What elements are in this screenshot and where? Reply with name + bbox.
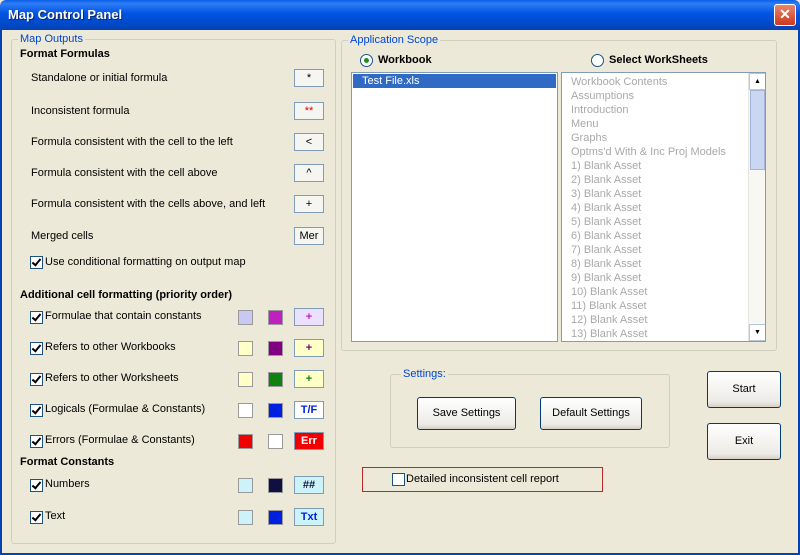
worksheet-list-item[interactable]: 9) Blank Asset xyxy=(562,271,765,285)
fill-color-swatch[interactable] xyxy=(238,372,253,387)
format-row-label: Numbers xyxy=(45,478,90,490)
worksheet-list-item[interactable]: 12) Blank Asset xyxy=(562,313,765,327)
application-scope-legend: Application Scope xyxy=(350,34,439,46)
workbook-list-item[interactable]: Test File.xls xyxy=(353,74,556,88)
conditional-formatting-label: Use conditional formatting on output map xyxy=(45,256,246,268)
format-formulas-header: Format Formulas xyxy=(20,48,110,60)
window-title: Map Control Panel xyxy=(8,7,123,22)
format-checkbox[interactable] xyxy=(30,435,43,448)
format-row-label: Formulae that contain constants xyxy=(45,310,202,322)
format-checkbox[interactable] xyxy=(30,511,43,524)
worksheet-list-item[interactable]: 13) Blank Asset xyxy=(562,327,765,341)
formula-row-label: Standalone or initial formula xyxy=(31,72,168,84)
worksheet-list-item[interactable]: 3) Blank Asset xyxy=(562,187,765,201)
worksheet-list-item[interactable]: 6) Blank Asset xyxy=(562,229,765,243)
formula-row-label: Formula consistent with the cell to the … xyxy=(31,136,233,148)
format-constants-header: Format Constants xyxy=(20,456,115,468)
font-color-swatch[interactable] xyxy=(268,510,283,525)
format-preview-button[interactable]: + xyxy=(294,308,324,326)
worksheet-list-item[interactable]: Optms'd With & Inc Proj Models xyxy=(562,145,765,159)
scroll-up-button[interactable]: ▲ xyxy=(749,73,765,90)
format-row-label: Logicals (Formulae & Constants) xyxy=(45,403,206,415)
worksheet-list[interactable]: Workbook Contents Assumptions Introduction… xyxy=(561,72,766,342)
formula-format-button[interactable]: ** xyxy=(294,102,324,120)
workbook-radio[interactable] xyxy=(360,54,373,67)
workbook-list[interactable]: Test File.xls xyxy=(351,72,558,342)
format-row-label: Refers to other Worksheets xyxy=(45,372,179,384)
format-checkbox[interactable] xyxy=(30,479,43,492)
title-bar[interactable]: Map Control Panel ✕ xyxy=(0,0,800,30)
font-color-swatch[interactable] xyxy=(268,341,283,356)
format-checkbox[interactable] xyxy=(30,373,43,386)
fill-color-swatch[interactable] xyxy=(238,341,253,356)
scroll-down-button[interactable]: ▼ xyxy=(749,324,765,341)
worksheet-list-item[interactable]: Introduction xyxy=(562,103,765,117)
workbook-radio-label: Workbook xyxy=(378,54,432,66)
select-worksheets-radio[interactable] xyxy=(591,54,604,67)
format-preview-button[interactable]: + xyxy=(294,339,324,357)
font-color-swatch[interactable] xyxy=(268,403,283,418)
formula-row-label: Formula consistent with the cell above xyxy=(31,167,218,179)
save-settings-button[interactable]: Save Settings xyxy=(417,397,516,430)
settings-legend: Settings: xyxy=(403,368,446,380)
fill-color-swatch[interactable] xyxy=(238,510,253,525)
format-preview-button[interactable]: ## xyxy=(294,476,324,494)
font-color-swatch[interactable] xyxy=(268,372,283,387)
format-checkbox[interactable] xyxy=(30,404,43,417)
worksheet-list-item[interactable]: 11) Blank Asset xyxy=(562,299,765,313)
formula-format-button[interactable]: + xyxy=(294,195,324,213)
font-color-swatch[interactable] xyxy=(268,478,283,493)
detailed-report-label: Detailed inconsistent cell report xyxy=(406,473,559,485)
font-color-swatch[interactable] xyxy=(268,434,283,449)
fill-color-swatch[interactable] xyxy=(238,478,253,493)
format-preview-button[interactable]: Err xyxy=(294,432,324,450)
worksheet-list-item[interactable]: Assumptions xyxy=(562,89,765,103)
formula-format-button[interactable]: Mer xyxy=(294,227,324,245)
map-outputs-legend: Map Outputs xyxy=(20,33,83,45)
worksheet-list-item[interactable]: 2) Blank Asset xyxy=(562,173,765,187)
start-button[interactable]: Start xyxy=(707,371,781,408)
default-settings-button[interactable]: Default Settings xyxy=(540,397,642,430)
format-checkbox[interactable] xyxy=(30,311,43,324)
format-row-label: Refers to other Workbooks xyxy=(45,341,176,353)
worksheet-list-item[interactable]: Workbook Contents xyxy=(562,75,765,89)
format-preview-button[interactable]: T/F xyxy=(294,401,324,419)
close-icon: ✕ xyxy=(779,6,791,22)
worksheet-list-item[interactable]: 7) Blank Asset xyxy=(562,243,765,257)
formula-format-button[interactable]: < xyxy=(294,133,324,151)
formula-format-button[interactable]: ^ xyxy=(294,164,324,182)
format-checkbox[interactable] xyxy=(30,342,43,355)
exit-button[interactable]: Exit xyxy=(707,423,781,460)
worksheet-scrollbar[interactable]: ▲ ▼ xyxy=(748,73,765,341)
worksheet-list-item[interactable]: 10) Blank Asset xyxy=(562,285,765,299)
scroll-thumb[interactable] xyxy=(750,90,765,170)
fill-color-swatch[interactable] xyxy=(238,310,253,325)
arrow-up-icon: ▲ xyxy=(754,78,761,85)
fill-color-swatch[interactable] xyxy=(238,434,253,449)
font-color-swatch[interactable] xyxy=(268,310,283,325)
worksheet-list-item[interactable]: Graphs xyxy=(562,131,765,145)
format-row-label: Errors (Formulae & Constants) xyxy=(45,434,195,446)
formula-format-button[interactable]: * xyxy=(294,69,324,87)
detailed-report-checkbox[interactable] xyxy=(392,473,405,486)
fill-color-swatch[interactable] xyxy=(238,403,253,418)
worksheet-list-item[interactable]: 1) Blank Asset xyxy=(562,159,765,173)
worksheet-list-item[interactable]: 4) Blank Asset xyxy=(562,201,765,215)
format-preview-button[interactable]: Txt xyxy=(294,508,324,526)
arrow-down-icon: ▼ xyxy=(754,329,761,336)
formula-row-label: Formula consistent with the cells above,… xyxy=(31,198,266,210)
formula-row-label: Inconsistent formula xyxy=(31,105,130,117)
select-worksheets-label: Select WorkSheets xyxy=(609,54,708,66)
close-button[interactable]: ✕ xyxy=(774,4,796,26)
format-preview-button[interactable]: + xyxy=(294,370,324,388)
additional-formatting-header: Additional cell formatting (priority ord… xyxy=(20,289,233,301)
formula-row-label: Merged cells xyxy=(31,230,94,242)
conditional-formatting-checkbox[interactable] xyxy=(30,256,43,269)
worksheet-list-item[interactable]: Menu xyxy=(562,117,765,131)
format-row-label: Text xyxy=(45,510,66,522)
worksheet-list-item[interactable]: 8) Blank Asset xyxy=(562,257,765,271)
worksheet-list-item[interactable]: 5) Blank Asset xyxy=(562,215,765,229)
